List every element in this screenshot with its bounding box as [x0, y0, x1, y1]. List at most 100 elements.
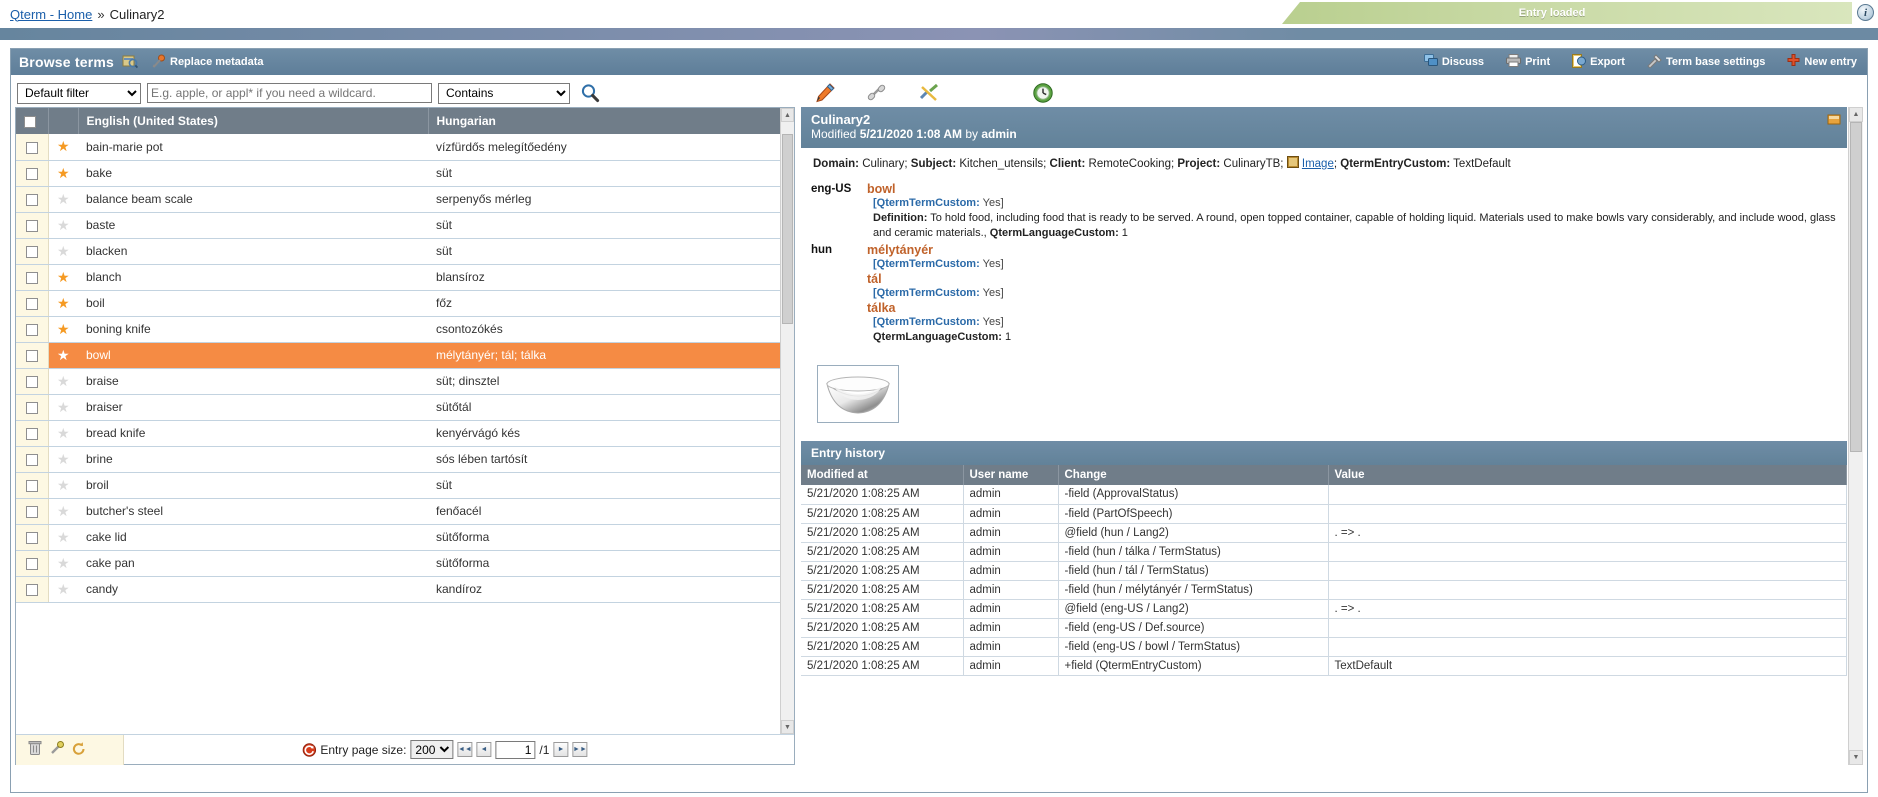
export-button[interactable]: Export: [1568, 52, 1629, 73]
table-row[interactable]: ★candykandíroz: [16, 576, 794, 602]
favorite-star-icon[interactable]: ★: [57, 347, 70, 363]
row-checkbox[interactable]: [26, 506, 38, 518]
row-checkbox[interactable]: [26, 168, 38, 180]
column-header-english[interactable]: English (United States): [78, 108, 428, 134]
select-all-checkbox[interactable]: [24, 116, 36, 128]
table-row[interactable]: ★boilfőz: [16, 290, 794, 316]
row-term-hungarian[interactable]: mélytányér; tál; tálka: [428, 342, 794, 368]
row-term-english[interactable]: blanch: [78, 264, 428, 290]
row-checkbox[interactable]: [26, 194, 38, 206]
row-term-english[interactable]: baste: [78, 212, 428, 238]
favorite-star-icon[interactable]: ★: [57, 399, 70, 415]
row-term-hungarian[interactable]: süt: [428, 160, 794, 186]
row-term-hungarian[interactable]: sós lében tartósít: [428, 446, 794, 472]
row-favorite-cell[interactable]: ★: [48, 238, 78, 264]
row-favorite-cell[interactable]: ★: [48, 134, 78, 160]
favorite-star-icon[interactable]: ★: [57, 321, 70, 337]
match-mode-select[interactable]: Contains: [438, 83, 570, 104]
row-favorite-cell[interactable]: ★: [48, 186, 78, 212]
row-checkbox[interactable]: [26, 350, 38, 362]
table-row[interactable]: ★ blanchblansíroz: [16, 264, 794, 290]
history-clock-icon[interactable]: [1032, 82, 1054, 104]
row-checkbox-cell[interactable]: [16, 342, 48, 368]
detail-scroll-down-arrow[interactable]: ▼: [1849, 750, 1863, 765]
row-checkbox-cell[interactable]: [16, 290, 48, 316]
image-link[interactable]: Image: [1302, 158, 1334, 170]
row-favorite-cell[interactable]: ★: [48, 160, 78, 186]
unlink-icon[interactable]: [918, 82, 940, 104]
entry-term-name[interactable]: tál: [863, 272, 1837, 286]
row-term-hungarian[interactable]: süt: [428, 212, 794, 238]
favorite-star-icon[interactable]: ★: [57, 138, 70, 154]
table-row[interactable]: ★ boning knifecsontozókés: [16, 316, 794, 342]
row-term-english[interactable]: brine: [78, 446, 428, 472]
row-term-hungarian[interactable]: sütőforma: [428, 524, 794, 550]
entry-image-thumbnail[interactable]: [817, 365, 899, 423]
favorite-star-icon[interactable]: ★: [57, 243, 70, 259]
row-term-english[interactable]: braiser: [78, 394, 428, 420]
row-term-hungarian[interactable]: blansíroz: [428, 264, 794, 290]
row-term-hungarian[interactable]: süt; dinsztel: [428, 368, 794, 394]
row-term-english[interactable]: cake pan: [78, 550, 428, 576]
discuss-button[interactable]: Discuss: [1420, 52, 1488, 72]
row-checkbox[interactable]: [26, 532, 38, 544]
row-favorite-cell[interactable]: ★: [48, 290, 78, 316]
row-term-english[interactable]: bake: [78, 160, 428, 186]
row-term-hungarian[interactable]: sütőtál: [428, 394, 794, 420]
row-term-hungarian[interactable]: vízfürdős melegítőedény: [428, 134, 794, 160]
favorite-star-icon[interactable]: ★: [57, 269, 70, 285]
detail-scroll-up-arrow[interactable]: ▲: [1849, 107, 1863, 122]
row-favorite-cell[interactable]: ★: [48, 394, 78, 420]
table-row[interactable]: ★bread knifekenyérvágó kés: [16, 420, 794, 446]
row-term-english[interactable]: blacken: [78, 238, 428, 264]
favorite-star-icon[interactable]: ★: [57, 451, 70, 467]
row-checkbox-cell[interactable]: [16, 264, 48, 290]
row-checkbox[interactable]: [26, 298, 38, 310]
row-term-hungarian[interactable]: sütőforma: [428, 550, 794, 576]
row-term-english[interactable]: bread knife: [78, 420, 428, 446]
table-row[interactable]: ★ bakesüt: [16, 160, 794, 186]
refresh-icon[interactable]: [72, 741, 86, 759]
row-favorite-cell[interactable]: ★: [48, 446, 78, 472]
favorite-star-icon[interactable]: ★: [57, 425, 70, 441]
link-icon[interactable]: [866, 82, 888, 104]
new-entry-button[interactable]: New entry: [1783, 52, 1861, 72]
row-term-english[interactable]: broil: [78, 472, 428, 498]
select-all-header[interactable]: [16, 108, 48, 134]
row-checkbox-cell[interactable]: [16, 498, 48, 524]
merge-icon[interactable]: [50, 741, 64, 759]
page-number-input[interactable]: [495, 741, 535, 759]
prev-page-button[interactable]: ◄: [476, 742, 491, 757]
row-term-english[interactable]: bowl: [78, 342, 428, 368]
row-checkbox[interactable]: [26, 454, 38, 466]
row-favorite-cell[interactable]: ★: [48, 368, 78, 394]
row-term-hungarian[interactable]: csontozókés: [428, 316, 794, 342]
favorite-star-icon[interactable]: ★: [57, 191, 70, 207]
table-row[interactable]: ★ bowlmélytányér; tál; tálka: [16, 342, 794, 368]
row-favorite-cell[interactable]: ★: [48, 316, 78, 342]
row-term-english[interactable]: balance beam scale: [78, 186, 428, 212]
row-checkbox[interactable]: [26, 324, 38, 336]
entry-flag-icon[interactable]: [1827, 113, 1841, 127]
row-favorite-cell[interactable]: ★: [48, 342, 78, 368]
row-term-english[interactable]: boning knife: [78, 316, 428, 342]
magnifier-icon[interactable]: [580, 83, 600, 103]
table-row[interactable]: ★braisesüt; dinsztel: [16, 368, 794, 394]
scroll-thumb[interactable]: [782, 134, 793, 324]
table-row[interactable]: ★bain-marie potvízfürdős melegítőedény: [16, 134, 794, 160]
row-checkbox-cell[interactable]: [16, 368, 48, 394]
row-checkbox[interactable]: [26, 584, 38, 596]
favorite-star-icon[interactable]: ★: [57, 165, 70, 181]
replace-metadata-button[interactable]: Replace metadata: [148, 52, 268, 73]
term-base-settings-button[interactable]: Term base settings: [1643, 52, 1769, 73]
search-input[interactable]: [147, 83, 432, 103]
row-term-hungarian[interactable]: süt: [428, 238, 794, 264]
row-checkbox-cell[interactable]: [16, 316, 48, 342]
row-favorite-cell[interactable]: ★: [48, 472, 78, 498]
row-favorite-cell[interactable]: ★: [48, 576, 78, 602]
favorite-star-icon[interactable]: ★: [57, 529, 70, 545]
row-checkbox-cell[interactable]: [16, 446, 48, 472]
row-term-english[interactable]: butcher's steel: [78, 498, 428, 524]
row-checkbox-cell[interactable]: [16, 238, 48, 264]
favorite-star-icon[interactable]: ★: [57, 373, 70, 389]
